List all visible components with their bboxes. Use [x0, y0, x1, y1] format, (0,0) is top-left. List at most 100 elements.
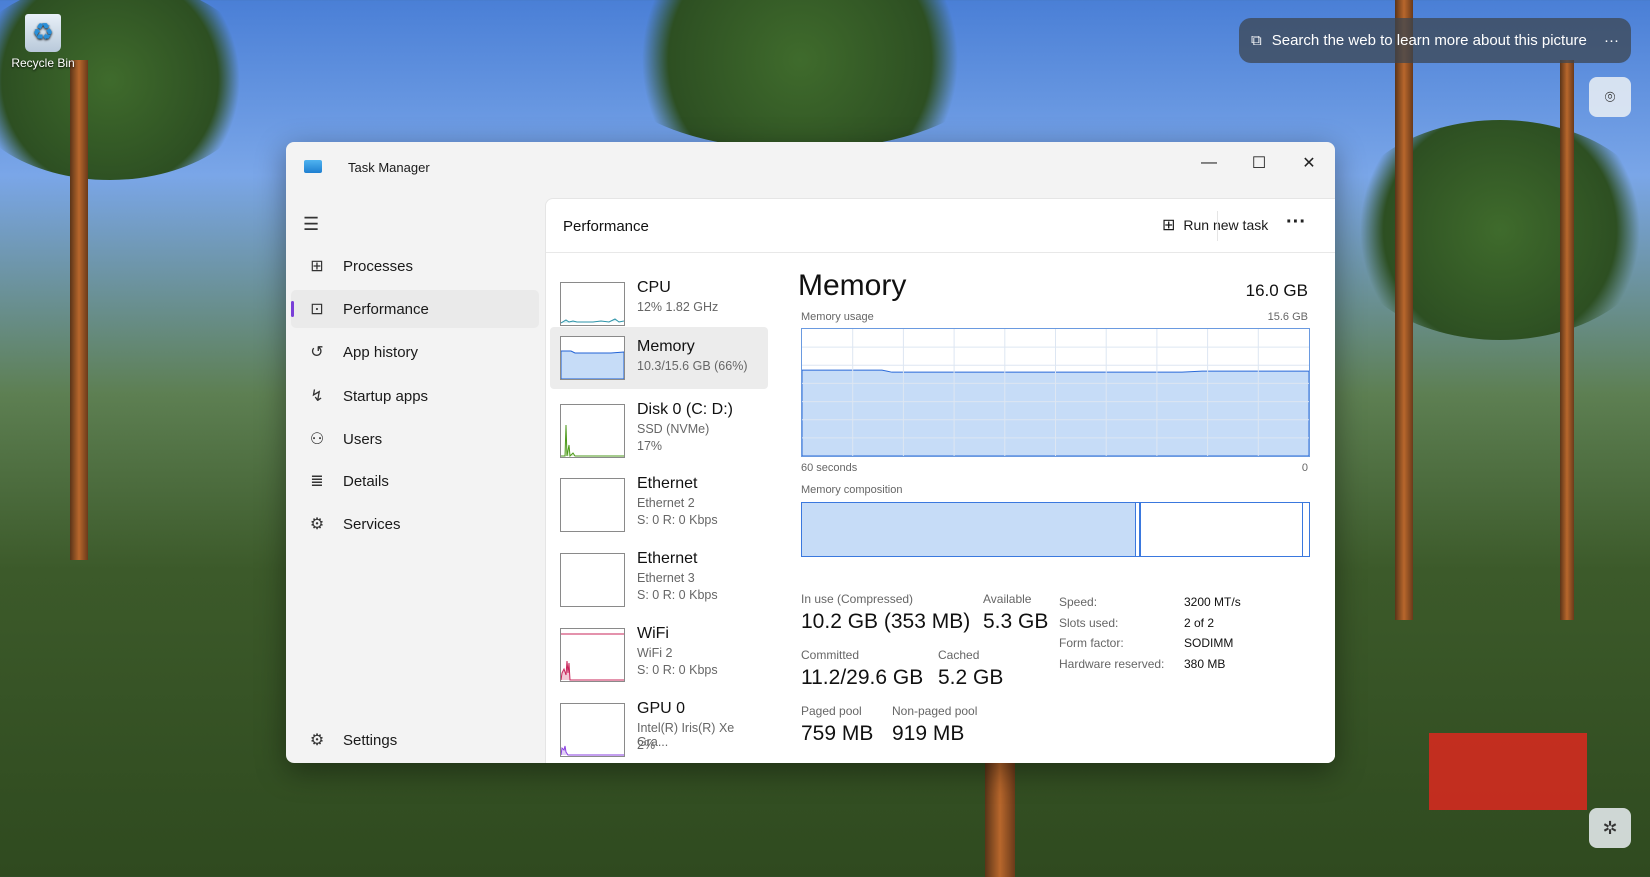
nav-label: Details: [343, 472, 389, 490]
scenery: [1560, 60, 1574, 620]
device-detail: Intel(R) Iris(R) Xe Gra...: [637, 721, 735, 749]
scenery: [985, 763, 1015, 877]
device-detail: S: 0 R: 0 Kbps: [637, 663, 718, 677]
spec-key: Hardware reserved:: [1059, 656, 1165, 671]
corner-button[interactable]: ✲: [1589, 808, 1631, 848]
sparkle-icon: ✲: [1602, 817, 1618, 838]
panel-header: Performance ⊞ Run new task ···: [546, 199, 1335, 253]
spec-key: Speed:: [1059, 595, 1098, 609]
task-manager-window: Task Manager — ☐ ✕ ☰ ⊞ Processes ⊡ Perform…: [286, 142, 1335, 763]
device-ethernet-3[interactable]: Ethernet Ethernet 3 S: 0 R: 0 Kbps: [550, 544, 768, 614]
device-ethernet-2[interactable]: Ethernet Ethernet 2 S: 0 R: 0 Kbps: [550, 469, 768, 539]
in-use-value: 10.2 GB (353 MB): [801, 610, 971, 633]
nav-label: Users: [343, 430, 383, 448]
cpu-thumbnail: [560, 282, 625, 326]
users-icon: ⚇: [309, 431, 325, 448]
non-paged-pool-label: Non-paged pool: [892, 704, 978, 718]
in-use-label: In use (Compressed): [801, 592, 914, 606]
device-detail: WiFi 2: [637, 646, 673, 660]
divider: [1217, 211, 1218, 241]
gpu-thumbnail: [560, 703, 625, 757]
spec-value: 380 MB: [1184, 656, 1226, 671]
device-cpu[interactable]: CPU 12% 1.82 GHz: [550, 273, 768, 335]
settings-icon: ⚙: [309, 732, 325, 749]
maximize-button[interactable]: ☐: [1236, 148, 1282, 178]
disk-thumbnail: [560, 404, 625, 458]
device-detail: S: 0 R: 0 Kbps: [637, 588, 718, 602]
memory-usage-graph: [801, 328, 1310, 457]
hamburger-menu-icon[interactable]: ☰: [303, 214, 319, 235]
composition-in-use: [802, 503, 1136, 556]
device-detail: 2%: [637, 738, 656, 752]
committed-value: 11.2/29.6 GB: [801, 666, 924, 689]
composition-standby: [1302, 503, 1303, 556]
spec-value: SODIMM: [1184, 636, 1234, 650]
recycle-bin-label: Recycle Bin: [11, 56, 75, 70]
memory-total: 16.0 GB: [1245, 281, 1308, 300]
run-new-task-button[interactable]: ⊞ Run new task: [1162, 215, 1268, 235]
nav-label: Performance: [343, 300, 429, 318]
device-detail: Ethernet 3: [637, 571, 695, 585]
nav-label: Startup apps: [343, 387, 429, 405]
scenery: [70, 60, 88, 560]
nav-label: Settings: [343, 731, 398, 749]
device-wifi[interactable]: WiFi WiFi 2 S: 0 R: 0 Kbps: [550, 619, 768, 689]
cached-label: Cached: [938, 648, 980, 662]
task-manager-icon: [304, 160, 322, 173]
spec-key: Slots used:: [1059, 615, 1119, 630]
device-detail: Ethernet 2: [637, 496, 695, 510]
spec-value: 2 of 2: [1184, 615, 1215, 630]
device-name: Disk 0 (C: D:): [637, 401, 733, 418]
watermark-logo: [1429, 733, 1587, 810]
graph-x-right-label: 0: [1301, 462, 1308, 474]
nav-performance[interactable]: ⊡ Performance: [291, 290, 539, 328]
recycle-bin[interactable]: ♻ Recycle Bin: [8, 14, 78, 70]
nav-details[interactable]: ≣ Details: [291, 462, 539, 500]
nav-services[interactable]: ⚙ Services: [291, 505, 539, 543]
available-label: Available: [983, 592, 1032, 606]
device-detail: S: 0 R: 0 Kbps: [637, 513, 718, 527]
scenery: [600, 0, 1000, 150]
cached-value: 5.2 GB: [938, 666, 1004, 689]
history-icon: ↺: [310, 344, 324, 361]
scenery: [1340, 120, 1650, 340]
device-detail: SSD (NVMe): [637, 422, 710, 436]
lens-icon: ⌾: [1604, 86, 1616, 107]
details-icon: ≣: [310, 473, 324, 490]
close-button[interactable]: ✕: [1286, 148, 1332, 178]
device-gpu[interactable]: GPU 0 Intel(R) Iris(R) Xe Gra... 2%: [550, 694, 768, 763]
device-name: CPU: [637, 279, 671, 296]
paged-pool-label: Paged pool: [801, 704, 862, 718]
more-icon[interactable]: ···: [1604, 32, 1619, 49]
committed-label: Committed: [801, 648, 860, 662]
device-detail: 10.3/15.6 GB (66%): [637, 359, 748, 373]
nav-users[interactable]: ⚇ Users: [291, 420, 539, 458]
performance-icon: ⊡: [310, 301, 324, 318]
more-options-button[interactable]: ···: [1286, 211, 1306, 234]
nav-settings[interactable]: ⚙ Settings: [291, 721, 539, 759]
run-new-task-label: Run new task: [1183, 217, 1269, 233]
minimize-button[interactable]: —: [1186, 148, 1232, 178]
wifi-thumbnail: [560, 628, 625, 682]
device-name: Memory: [637, 338, 695, 355]
startup-icon: ↯: [310, 388, 324, 405]
memory-composition-label: Memory composition: [801, 484, 903, 496]
spec-value: 3200 MT/s: [1184, 595, 1241, 609]
ethernet-thumbnail: [560, 478, 625, 532]
device-disk[interactable]: Disk 0 (C: D:) SSD (NVMe) 17%: [550, 395, 768, 465]
device-detail: 17%: [637, 439, 663, 453]
image-search-icon: ⧉: [1251, 32, 1262, 49]
device-memory[interactable]: Memory 10.3/15.6 GB (66%): [550, 327, 768, 389]
composition-modified: [1139, 503, 1141, 556]
search-web-label: Search the web to learn more about this …: [1271, 32, 1587, 49]
search-web-pill[interactable]: ⧉ Search the web to learn more about thi…: [1239, 18, 1631, 63]
nav-processes[interactable]: ⊞ Processes: [291, 247, 539, 285]
visual-search-button[interactable]: ⌾: [1589, 77, 1631, 117]
performance-panel: Performance ⊞ Run new task ··· CPU 12% 1.…: [545, 198, 1335, 763]
ethernet-thumbnail: [560, 553, 625, 607]
run-task-icon: ⊞: [1162, 217, 1176, 234]
nav-startup-apps[interactable]: ↯ Startup apps: [291, 377, 539, 415]
nav-app-history[interactable]: ↺ App history: [291, 333, 539, 371]
available-value: 5.3 GB: [983, 610, 1049, 633]
panel-title: Performance: [563, 218, 649, 235]
